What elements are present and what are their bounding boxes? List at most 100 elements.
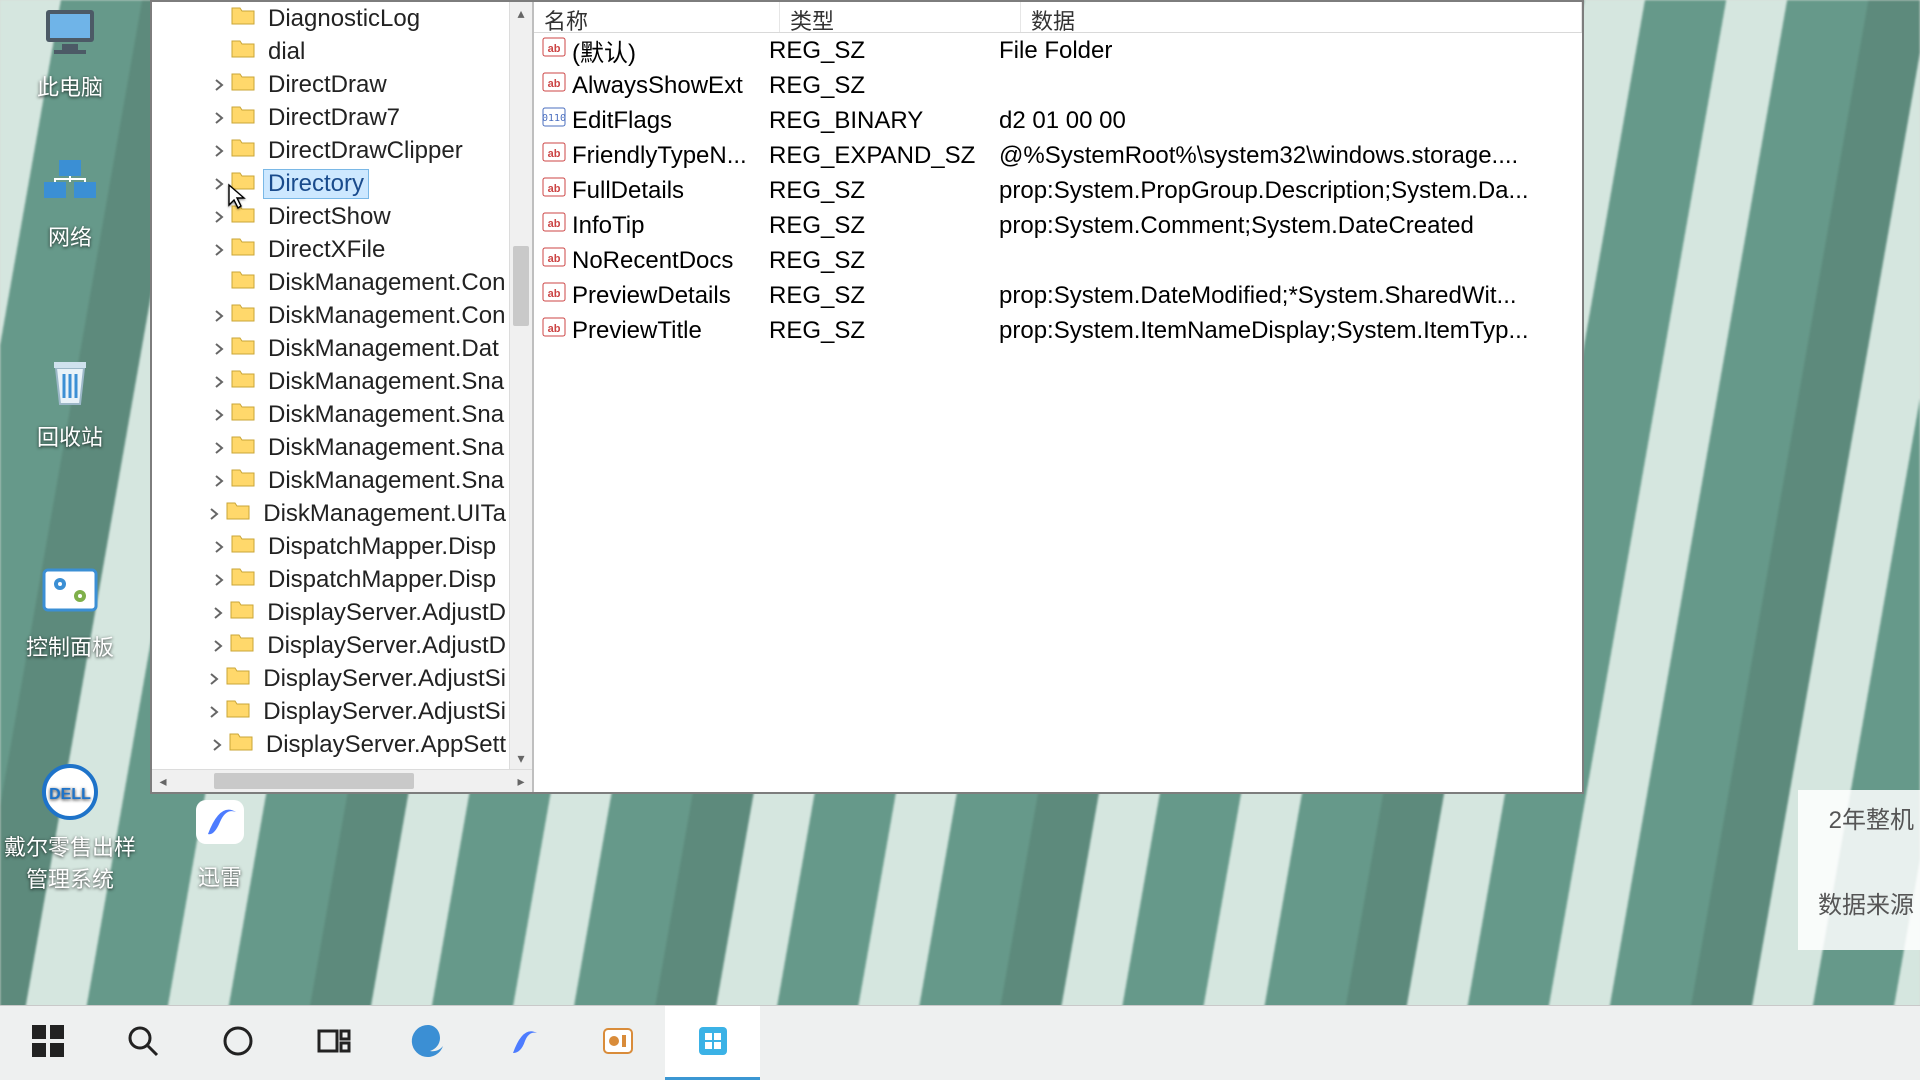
scroll-down-arrow-icon[interactable]: ▾ [510,747,532,769]
tree-item[interactable]: DiskManagement.Con [152,266,510,299]
tree-item[interactable]: DirectDraw7 [152,101,510,134]
scroll-thumb[interactable] [513,246,529,326]
expand-chevron-icon[interactable] [212,573,226,587]
tree-item[interactable]: DispatchMapper.Disp [152,563,510,596]
tree-vertical-scrollbar[interactable]: ▴ ▾ [509,2,532,769]
value-row[interactable]: ab(默认)REG_SZFile Folder [534,33,1582,68]
folder-icon [230,400,264,429]
scroll-left-arrow-icon[interactable]: ◂ [152,773,174,790]
folder-icon [225,664,259,693]
desktop-icon-recycle[interactable]: 回收站 [0,350,140,452]
taskbar-item-cortana[interactable] [190,1006,285,1080]
controlpanel-icon [34,560,106,624]
column-header-name[interactable]: 名称 [534,2,780,32]
expand-chevron-icon[interactable] [211,606,225,620]
expand-chevron-icon[interactable] [212,441,226,455]
tree-item-label: dial [264,38,309,66]
value-row[interactable]: abNoRecentDocsREG_SZ [534,243,1582,278]
tree-item[interactable]: DirectXFile [152,233,510,266]
folder-icon [230,268,264,297]
value-row[interactable]: abAlwaysShowExtREG_SZ [534,68,1582,103]
expand-chevron-icon[interactable] [211,639,225,653]
tree-item[interactable]: DirectDraw [152,68,510,101]
value-name: InfoTip [572,212,644,240]
value-row[interactable]: abFriendlyTypeN...REG_EXPAND_SZ@%SystemR… [534,138,1582,173]
expand-chevron-icon[interactable] [212,342,226,356]
taskbar-item-app1[interactable] [570,1006,665,1080]
registry-tree-pane: DiagnosticLogdialDirectDrawDirectDraw7Di… [152,2,534,792]
tree-item[interactable]: DiskManagement.Dat [152,332,510,365]
tree-item[interactable]: DisplayServer.AdjustD [152,629,510,662]
expand-chevron-icon[interactable] [212,177,226,191]
expand-chevron-icon[interactable] [210,738,224,752]
folder-icon [230,235,264,264]
tree-item[interactable]: DiagnosticLog [152,2,510,35]
folder-icon [230,433,264,462]
tree-item[interactable]: dial [152,35,510,68]
desktop-icon-network[interactable]: 网络 [0,150,140,252]
expand-chevron-icon[interactable] [212,408,226,422]
tree-item[interactable]: DisplayServer.AdjustSi [152,662,510,695]
tree-item[interactable]: DiskManagement.Sna [152,398,510,431]
taskbar-item-search[interactable] [95,1006,190,1080]
desktop-icon-label: 迅雷 [150,860,290,892]
value-type: REG_BINARY [769,107,999,135]
svg-text:ab: ab [548,183,561,195]
value-row[interactable]: abPreviewTitleREG_SZprop:System.ItemName… [534,313,1582,348]
value-name: AlwaysShowExt [572,72,743,100]
scroll-right-arrow-icon[interactable]: ▸ [510,773,532,790]
tree-item[interactable]: DispatchMapper.Disp [152,530,510,563]
tree-item[interactable]: Directory [152,167,510,200]
taskbar-item-xunlei[interactable] [475,1006,570,1080]
taskbar-item-taskview[interactable] [285,1006,380,1080]
svg-text:0110: 0110 [542,113,566,124]
column-header-data[interactable]: 数据 [1021,2,1582,32]
tree-item[interactable]: DisplayServer.AppSett [152,728,510,761]
tree-item-label: DiskManagement.Sna [264,368,508,396]
taskbar-item-edge[interactable] [380,1006,475,1080]
desktop-icon-thispc[interactable]: 此电脑 [0,0,140,102]
svg-text:ab: ab [548,78,561,90]
desktop-icon-label: 网络 [0,220,140,252]
scroll-thumb[interactable] [214,773,414,789]
expand-chevron-icon[interactable] [212,144,226,158]
expand-chevron-icon[interactable] [212,309,226,323]
tree-item[interactable]: DiskManagement.Sna [152,464,510,497]
value-row[interactable]: 0110EditFlagsREG_BINARYd2 01 00 00 [534,103,1582,138]
expand-chevron-icon[interactable] [212,375,226,389]
scroll-up-arrow-icon[interactable]: ▴ [510,2,532,24]
expand-chevron-icon[interactable] [212,210,226,224]
desktop-icon-xunlei[interactable]: 迅雷 [150,790,290,892]
tree-item[interactable]: DisplayServer.AdjustD [152,596,510,629]
expand-chevron-icon[interactable] [212,540,226,554]
tree-item[interactable]: DiskManagement.Sna [152,365,510,398]
tree-item[interactable]: DirectDrawClipper [152,134,510,167]
value-type-icon: ab [534,36,572,65]
expand-chevron-icon[interactable] [212,243,226,257]
tree-item[interactable]: DiskManagement.Con [152,299,510,332]
expand-chevron-icon[interactable] [207,705,221,719]
desktop-icon-controlpanel[interactable]: 控制面板 [0,560,140,662]
tree-item[interactable]: DiskManagement.UITa [152,497,510,530]
value-row[interactable]: abInfoTipREG_SZprop:System.Comment;Syste… [534,208,1582,243]
dell-icon: DELL [34,760,106,824]
folder-icon [229,631,263,660]
value-name: NoRecentDocs [572,247,733,275]
column-header-type[interactable]: 类型 [780,2,1021,32]
taskbar-item-start[interactable] [0,1006,95,1080]
tree-horizontal-scrollbar[interactable]: ◂ ▸ [152,769,532,792]
expand-chevron-icon[interactable] [212,474,226,488]
expand-chevron-icon[interactable] [207,672,221,686]
expand-chevron-icon[interactable] [212,111,226,125]
taskbar-item-app2[interactable] [665,1006,760,1080]
tree-item-label: DiskManagement.Sna [264,467,508,495]
value-row[interactable]: abPreviewDetailsREG_SZprop:System.DateMo… [534,278,1582,313]
desktop-icon-dell[interactable]: DELL戴尔零售出样管理系统 [0,760,140,894]
tree-item[interactable]: DisplayServer.AdjustSi [152,695,510,728]
tree-item[interactable]: DiskManagement.Sna [152,431,510,464]
tree-item[interactable]: DirectShow [152,200,510,233]
tree-item-label: DiskManagement.Con [264,269,509,297]
value-row[interactable]: abFullDetailsREG_SZprop:System.PropGroup… [534,173,1582,208]
expand-chevron-icon[interactable] [207,507,221,521]
expand-chevron-icon[interactable] [212,78,226,92]
